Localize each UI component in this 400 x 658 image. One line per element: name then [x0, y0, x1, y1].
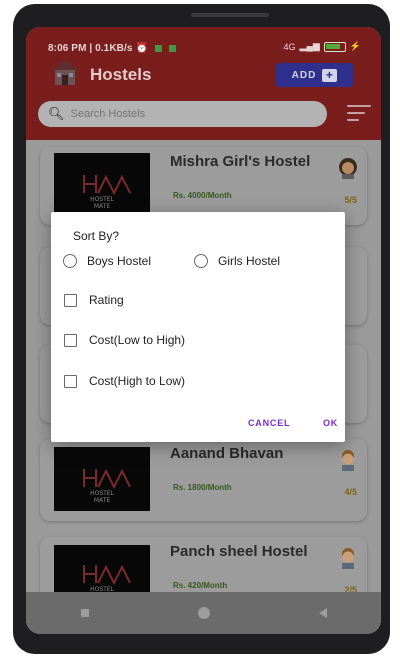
cancel-button[interactable]: CANCEL: [248, 418, 290, 428]
hostel-rating: 4/5: [344, 487, 357, 497]
home-icon[interactable]: [197, 607, 210, 619]
radio-icon[interactable]: [63, 254, 77, 268]
svg-text:MATE: MATE: [94, 203, 110, 210]
app-bar: 8:06 PM | 0.1KB/s ⏰ 4G ▂▄▆ ⚡ Hostels ADD…: [26, 27, 381, 140]
svg-text:HOSTEL: HOSTEL: [90, 196, 114, 203]
hostel-name: Aanand Bhavan: [170, 445, 284, 462]
status-bar-right: 4G ▂▄▆ ⚡: [284, 41, 361, 52]
sort-icon[interactable]: [347, 105, 371, 123]
boy-avatar-icon: [342, 548, 354, 569]
network-label: 4G: [283, 41, 296, 52]
svg-text:HOSTEL: HOSTEL: [90, 490, 114, 497]
hostel-name: Panch sheel Hostel: [170, 543, 308, 560]
checkbox-icon[interactable]: [64, 374, 77, 388]
search-bar[interactable]: 🔍︎: [38, 101, 327, 127]
house-icon: [51, 60, 79, 85]
cost-low-high-checkbox[interactable]: Cost(Low to High): [64, 333, 185, 347]
hostel-mate-logo-mark: HOSTEL MATE: [83, 468, 131, 504]
sort-dialog: Sort By? Boys Hostel Girls Hostel Rating…: [51, 212, 345, 442]
hostel-name: Mishra Girl's Hostel: [170, 153, 311, 170]
radio-label: Girls Hostel: [218, 254, 281, 268]
checkbox-icon[interactable]: [64, 293, 77, 307]
checkbox-label: Cost(Low to High): [89, 333, 186, 347]
hostel-mate-logo-mark: HOSTEL MATE: [83, 174, 131, 210]
notification-icon: [154, 44, 162, 52]
boys-hostel-radio[interactable]: Boys Hostel: [63, 254, 151, 268]
checkbox-label: Rating: [89, 293, 124, 307]
radio-label: Boys Hostel: [87, 254, 152, 268]
signal-icon: ▂▄▆: [299, 41, 320, 51]
speaker-grille: [191, 13, 269, 17]
checkbox-label: Cost(High to Low): [89, 374, 186, 388]
charging-icon: ⚡: [349, 41, 361, 51]
status-time: 8:06 PM | 0.1KB/s: [48, 43, 133, 54]
battery-icon: [323, 41, 346, 52]
alarm-icon: ⏰: [135, 43, 148, 54]
ok-button[interactable]: OK: [323, 418, 338, 428]
hostel-price: Rs. 420/Month: [173, 581, 228, 590]
notification-icon: [168, 44, 176, 52]
girls-hostel-radio[interactable]: Girls Hostel: [194, 254, 280, 268]
hostel-card[interactable]: HOSTEL MATE Aanand Bhavan Rs. 1800/Month…: [40, 439, 367, 521]
rating-checkbox[interactable]: Rating: [64, 293, 124, 307]
recents-icon[interactable]: [80, 609, 89, 617]
girl-avatar-icon: [339, 158, 357, 179]
dialog-title: Sort By?: [73, 229, 120, 243]
system-nav-bar: [26, 592, 381, 634]
page-title: Hostels: [90, 65, 152, 84]
cost-high-low-checkbox[interactable]: Cost(High to Low): [64, 374, 185, 388]
svg-text:MATE: MATE: [94, 497, 110, 504]
hostel-mate-logo: HOSTEL MATE: [54, 153, 150, 217]
boy-avatar-icon: [342, 450, 354, 471]
add-hostel-button[interactable]: ADD +: [276, 63, 353, 87]
hostel-price: Rs. 1800/Month: [173, 483, 232, 492]
app-screen: 8:06 PM | 0.1KB/s ⏰ 4G ▂▄▆ ⚡ Hostels ADD…: [26, 27, 381, 634]
search-input[interactable]: [70, 108, 291, 120]
status-bar-left: 8:06 PM | 0.1KB/s ⏰: [48, 43, 176, 54]
checkbox-icon[interactable]: [64, 333, 77, 347]
hostel-mate-logo: HOSTEL MATE: [54, 447, 150, 511]
hostel-rating: 5/5: [344, 195, 357, 205]
hostel-price: Rs. 4000/Month: [173, 191, 232, 200]
add-button-label: ADD: [291, 69, 317, 81]
plus-icon: +: [322, 68, 338, 82]
search-icon: 🔍︎: [48, 106, 65, 121]
radio-icon[interactable]: [194, 254, 208, 268]
back-icon[interactable]: [318, 608, 327, 618]
